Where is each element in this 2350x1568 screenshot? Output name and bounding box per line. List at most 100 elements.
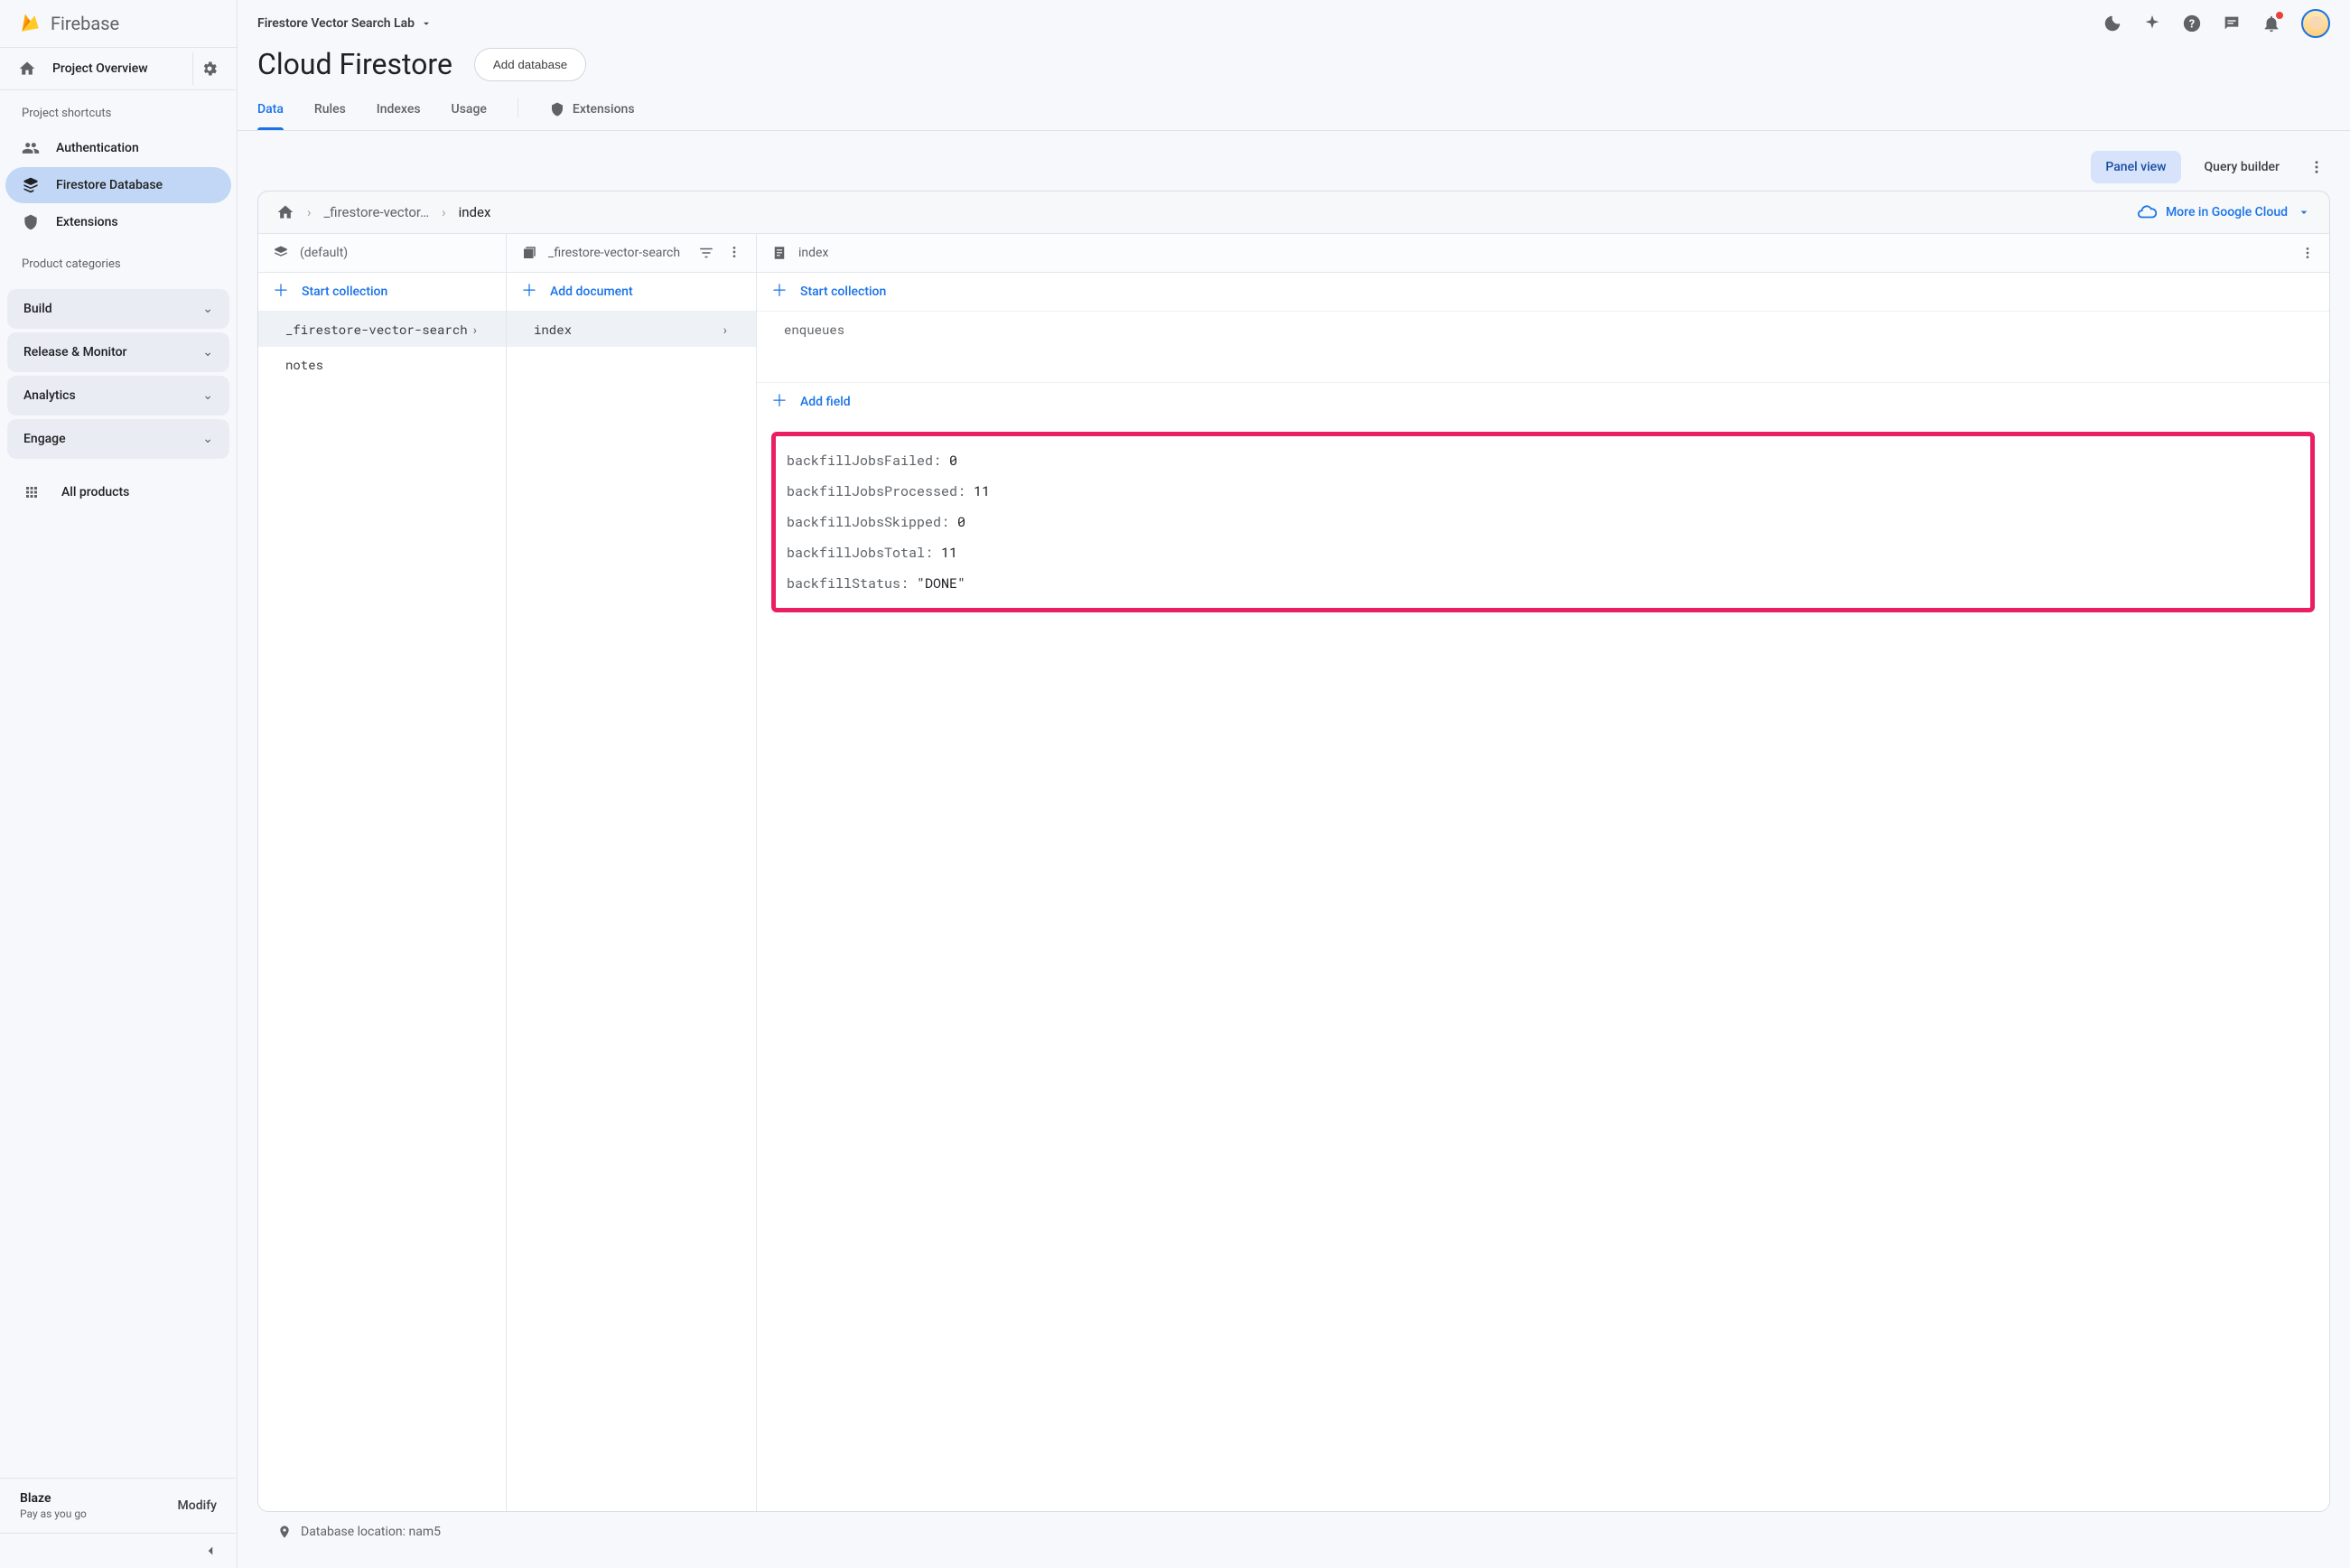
more-menu-button[interactable]	[2303, 154, 2330, 181]
project-name: Firestore Vector Search Lab	[257, 16, 415, 31]
collection-item[interactable]: notes	[258, 347, 506, 382]
crumb-document[interactable]: index	[459, 204, 491, 220]
plus-icon: ＋	[771, 394, 788, 410]
plan-sub: Pay as you go	[20, 1507, 87, 1520]
spark-icon[interactable]	[2142, 14, 2162, 33]
settings-gear-icon[interactable]	[192, 52, 226, 85]
sidebar-item-authentication[interactable]: Authentication	[5, 130, 231, 166]
category-label: Build	[23, 302, 52, 316]
field-row[interactable]: backfillJobsSkipped: 0	[787, 507, 2299, 537]
all-products[interactable]: All products	[0, 468, 237, 517]
chevron-right-icon: ›	[722, 321, 729, 338]
plus-icon: ＋	[521, 284, 537, 300]
filter-icon[interactable]	[698, 245, 714, 261]
firebase-icon	[18, 11, 43, 36]
add-document-button[interactable]: ＋ Add document	[507, 273, 756, 312]
plan-modify-button[interactable]: Modify	[178, 1498, 217, 1513]
category-analytics[interactable]: Analytics⌄	[7, 376, 229, 415]
more-icon[interactable]	[2300, 246, 2315, 260]
breadcrumb: › _firestore-vector… › index	[276, 203, 490, 221]
collection-item[interactable]: _firestore-vector-search ›	[258, 312, 506, 347]
location-icon	[277, 1525, 292, 1539]
sidebar-item-extensions[interactable]: Extensions	[5, 204, 231, 240]
field-row[interactable]: backfillJobsProcessed: 11	[787, 476, 2299, 507]
category-release[interactable]: Release & Monitor⌄	[7, 332, 229, 372]
plus-icon: ＋	[273, 284, 289, 300]
tab-extensions[interactable]: Extensions	[549, 94, 635, 130]
more-in-gcloud-link[interactable]: More in Google Cloud	[2137, 202, 2311, 222]
chevron-down-icon	[2297, 205, 2311, 219]
document-icon	[771, 245, 788, 261]
sidebar-item-firestore[interactable]: Firestore Database	[5, 167, 231, 203]
field-row[interactable]: backfillJobsTotal: 11	[787, 537, 2299, 568]
document-detail-column: index ＋ Start collection enqueues	[757, 234, 2329, 1511]
panel-view-button[interactable]: Panel view	[2091, 151, 2180, 183]
crumb-collection[interactable]: _firestore-vector…	[324, 204, 430, 220]
add-field-button[interactable]: ＋ Add field	[757, 383, 2329, 421]
categories-label: Product categories	[0, 241, 237, 280]
document-item[interactable]: index ›	[507, 312, 756, 347]
start-collection-button[interactable]: ＋ Start collection	[258, 273, 506, 312]
tab-label: Extensions	[573, 102, 635, 117]
collections-column: (default) ＋ Start collection _firestore-…	[258, 234, 507, 1511]
action-label: Add field	[800, 395, 851, 409]
add-database-button[interactable]: Add database	[474, 48, 586, 81]
field-row[interactable]: backfillJobsFailed: 0	[787, 445, 2299, 476]
people-icon	[22, 139, 40, 157]
chevron-right-icon: ›	[471, 321, 479, 338]
logo[interactable]: Firebase	[0, 0, 237, 47]
col-header-label: (default)	[300, 246, 348, 260]
action-label: Start collection	[302, 285, 387, 299]
shortcuts-label: Project shortcuts	[0, 90, 237, 129]
notification-dot	[2276, 12, 2283, 19]
collapse-sidebar-button[interactable]	[0, 1534, 237, 1568]
subcollection-item[interactable]: enqueues	[757, 312, 2329, 347]
col-header-label: index	[798, 246, 828, 260]
project-picker[interactable]: Firestore Vector Search Lab	[257, 16, 433, 31]
tab-data[interactable]: Data	[257, 95, 284, 129]
home-icon[interactable]	[276, 203, 294, 221]
category-engage[interactable]: Engage⌄	[7, 419, 229, 459]
tab-indexes[interactable]: Indexes	[377, 95, 421, 129]
chevron-down-icon: ⌄	[202, 302, 213, 316]
action-label: Start collection	[800, 285, 886, 299]
sidebar-project-overview[interactable]: Project Overview	[11, 60, 192, 78]
database-location: Database location: nam5	[257, 1512, 2330, 1548]
caret-down-icon	[420, 17, 433, 30]
category-build[interactable]: Build ⌄	[7, 289, 229, 329]
tab-usage[interactable]: Usage	[452, 95, 487, 129]
notifications-icon[interactable]	[2261, 14, 2281, 33]
sidebar-item-label: Firestore Database	[56, 178, 163, 192]
sidebar-item-label: Extensions	[56, 215, 118, 229]
theme-icon[interactable]	[2103, 14, 2122, 33]
item-label: notes	[285, 356, 323, 373]
tab-rules[interactable]: Rules	[314, 95, 346, 129]
cloud-icon	[2137, 202, 2157, 222]
location-label: Database location: nam5	[301, 1525, 441, 1539]
chat-icon[interactable]	[2222, 14, 2242, 33]
page-title: Cloud Firestore	[257, 47, 452, 81]
plus-icon: ＋	[771, 284, 788, 300]
extensions-icon	[22, 213, 40, 231]
chevron-right-icon: ›	[442, 204, 446, 220]
gcloud-label: More in Google Cloud	[2166, 205, 2288, 219]
documents-column: _firestore-vector-search ＋ Add document	[507, 234, 757, 1511]
apps-icon	[23, 484, 40, 500]
category-label: Release & Monitor	[23, 345, 127, 359]
field-row[interactable]: backfillStatus: "DONE"	[787, 568, 2299, 599]
category-label: Engage	[23, 432, 66, 446]
item-label: index	[534, 321, 572, 338]
plan-name: Blaze	[20, 1491, 87, 1506]
overview-label: Project Overview	[52, 61, 148, 76]
query-builder-button[interactable]: Query builder	[2190, 151, 2294, 183]
category-label: Analytics	[23, 388, 76, 403]
start-collection-button[interactable]: ＋ Start collection	[757, 273, 2329, 312]
avatar[interactable]	[2301, 9, 2330, 38]
main: Firestore Vector Search Lab ? Cloud Fire…	[238, 0, 2350, 1568]
item-label: _firestore-vector-search	[285, 321, 468, 338]
help-icon[interactable]: ?	[2182, 14, 2202, 33]
sidebar-item-label: Authentication	[56, 141, 139, 155]
fields-highlight: backfillJobsFailed: 0 backfillJobsProces…	[771, 432, 2315, 612]
all-products-label: All products	[61, 485, 129, 499]
more-icon[interactable]	[727, 245, 741, 261]
